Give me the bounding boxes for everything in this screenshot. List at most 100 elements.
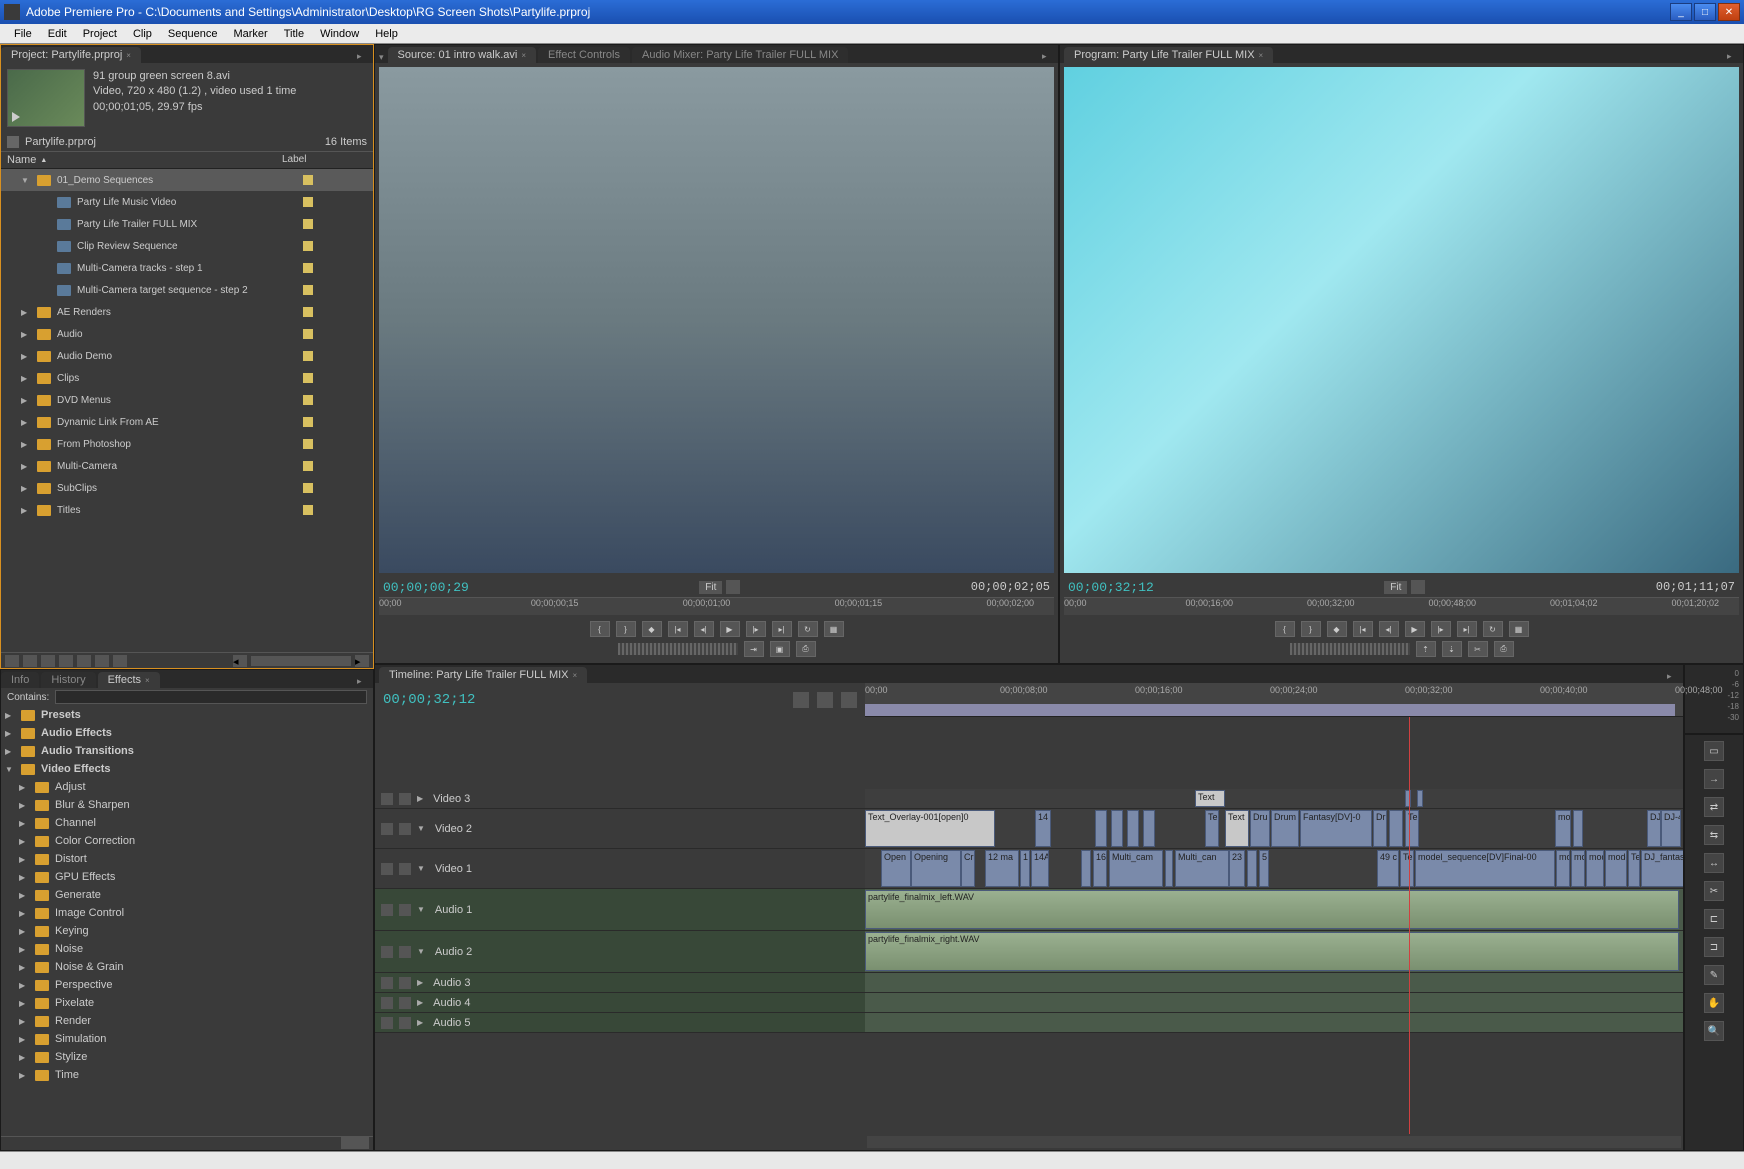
step-fwd-icon[interactable]: |▸	[746, 621, 766, 637]
lock-icon[interactable]	[399, 946, 411, 958]
project-tab[interactable]: Project: Partylife.prproj ×	[1, 47, 141, 63]
lock-icon[interactable]	[399, 823, 411, 835]
mute-icon[interactable]	[381, 1017, 393, 1029]
hand-tool-icon[interactable]: ✋	[1704, 993, 1724, 1013]
effect-subfolder[interactable]: ▶Channel	[1, 814, 373, 832]
track-header[interactable]: ▼Audio 1	[375, 889, 865, 930]
set-out-icon[interactable]: }	[616, 621, 636, 637]
twisty-icon[interactable]: ▶	[21, 352, 31, 361]
dropdown-icon[interactable]: ▾	[379, 52, 384, 63]
track-content[interactable]	[865, 993, 1683, 1012]
source-video[interactable]	[379, 67, 1054, 573]
sequence-row[interactable]: Multi-Camera target sequence - step 2	[1, 279, 373, 301]
tab-effects[interactable]: Effects×	[98, 672, 160, 688]
bin-row[interactable]: ▶SubClips	[1, 477, 373, 499]
clip[interactable]: mo	[1571, 850, 1585, 887]
bin-row[interactable]: ▶Audio Demo	[1, 345, 373, 367]
overwrite-icon[interactable]: ▣	[770, 641, 790, 657]
zoom-fit[interactable]: Fit	[699, 581, 722, 594]
slide-tool-icon[interactable]: ⊐	[1704, 937, 1724, 957]
menu-project[interactable]: Project	[75, 26, 125, 42]
timeline-timecode[interactable]: 00;00;32;12	[383, 692, 475, 708]
sequence-row[interactable]: Party Life Trailer FULL MIX	[1, 213, 373, 235]
label-swatch[interactable]	[303, 219, 313, 229]
twisty-icon[interactable]: ▶	[21, 396, 31, 405]
clip[interactable]: Opening	[911, 850, 961, 887]
clip[interactable]	[1143, 810, 1155, 847]
twisty-icon[interactable]: ▶	[19, 927, 29, 936]
set-in-icon[interactable]: {	[1275, 621, 1295, 637]
label-swatch[interactable]	[303, 329, 313, 339]
clip[interactable]: Te	[1628, 850, 1640, 887]
slip-tool-icon[interactable]: ⊏	[1704, 909, 1724, 929]
extract-icon[interactable]: ⇣	[1442, 641, 1462, 657]
lock-icon[interactable]	[399, 977, 411, 989]
twisty-icon[interactable]: ▼	[417, 947, 425, 956]
goto-next-icon[interactable]: ▸|	[1457, 621, 1477, 637]
track-content[interactable]	[865, 973, 1683, 992]
twisty-icon[interactable]: ▶	[19, 837, 29, 846]
ripple-tool-icon[interactable]: ⇄	[1704, 797, 1724, 817]
loop-icon[interactable]: ↻	[798, 621, 818, 637]
clip[interactable]: 5	[1259, 850, 1269, 887]
bin-row[interactable]: ▶Audio	[1, 323, 373, 345]
effect-subfolder[interactable]: ▶Distort	[1, 850, 373, 868]
label-swatch[interactable]	[303, 373, 313, 383]
insert-icon[interactable]: ⇥	[744, 641, 764, 657]
clip[interactable]: Dr	[1373, 810, 1387, 847]
clip[interactable]	[1573, 810, 1583, 847]
clip[interactable]: Text	[1225, 810, 1249, 847]
twisty-icon[interactable]: ▶	[417, 794, 423, 803]
twisty-icon[interactable]: ▶	[417, 998, 423, 1007]
twisty-icon[interactable]: ▶	[417, 1018, 423, 1027]
bin-row[interactable]: ▶AE Renders	[1, 301, 373, 323]
clip[interactable]: mo	[1555, 810, 1571, 847]
track-header[interactable]: ▶Video 3	[375, 789, 865, 808]
twisty-icon[interactable]: ▶	[19, 1017, 29, 1026]
twisty-icon[interactable]: ▶	[19, 1035, 29, 1044]
clip[interactable]	[1165, 850, 1173, 887]
clip[interactable]: DJ_fantasy_001	[1641, 850, 1683, 887]
effect-controls-tab[interactable]: Effect Controls	[538, 47, 630, 63]
clip[interactable]: DJ	[1647, 810, 1661, 847]
goto-prev-icon[interactable]: |◂	[1353, 621, 1373, 637]
clip[interactable]: mo	[1556, 850, 1570, 887]
track-content[interactable]: partylife_finalmix_left.WAV	[865, 889, 1683, 930]
timeline-tracks[interactable]: ▶Video 3TextHcKecredicor▼Video 2Text_Ove…	[375, 717, 1683, 1134]
wrench-icon[interactable]	[841, 692, 857, 708]
clip[interactable]: 49 c	[1377, 850, 1399, 887]
clip[interactable]: mode	[1605, 850, 1627, 887]
clip[interactable]	[1405, 790, 1411, 807]
clip[interactable]	[1111, 810, 1123, 847]
project-path-label[interactable]: Partylife.prproj	[25, 136, 96, 148]
eye-icon[interactable]	[381, 823, 393, 835]
twisty-icon[interactable]: ▼	[417, 905, 425, 914]
twisty-icon[interactable]: ▼	[417, 824, 425, 833]
effect-subfolder[interactable]: ▶Keying	[1, 922, 373, 940]
new-bin-icon[interactable]	[77, 655, 91, 667]
label-swatch[interactable]	[303, 307, 313, 317]
minimize-button[interactable]: _	[1670, 3, 1692, 21]
project-bin-list[interactable]: ▼01_Demo SequencesParty Life Music Video…	[1, 169, 373, 652]
twisty-icon[interactable]: ▶	[19, 909, 29, 918]
bin-row[interactable]: ▶DVD Menus	[1, 389, 373, 411]
twisty-icon[interactable]: ▶	[21, 308, 31, 317]
clip[interactable]: Open	[881, 850, 911, 887]
clip[interactable]: Cr	[961, 850, 975, 887]
trash-icon[interactable]	[113, 655, 127, 667]
track-content[interactable]: Text_Overlay-001[open]014TeTextDruDrumFa…	[865, 809, 1683, 848]
effect-folder[interactable]: ▶Presets	[1, 706, 373, 724]
twisty-icon[interactable]: ▶	[19, 855, 29, 864]
effect-subfolder[interactable]: ▶Noise & Grain	[1, 958, 373, 976]
label-swatch[interactable]	[303, 241, 313, 251]
panel-menu-icon[interactable]: ▸	[357, 676, 369, 688]
source-tab[interactable]: Source: 01 intro walk.avi×	[388, 47, 537, 63]
panel-menu-icon[interactable]: ▸	[1042, 51, 1054, 63]
twisty-icon[interactable]: ▶	[5, 747, 15, 756]
step-back-icon[interactable]: ◂|	[1379, 621, 1399, 637]
eye-icon[interactable]	[381, 793, 393, 805]
play-icon[interactable]: ▶	[720, 621, 740, 637]
panel-menu-icon[interactable]: ▸	[1667, 671, 1679, 683]
new-item-icon[interactable]	[95, 655, 109, 667]
effect-folder[interactable]: ▼Video Effects	[1, 760, 373, 778]
